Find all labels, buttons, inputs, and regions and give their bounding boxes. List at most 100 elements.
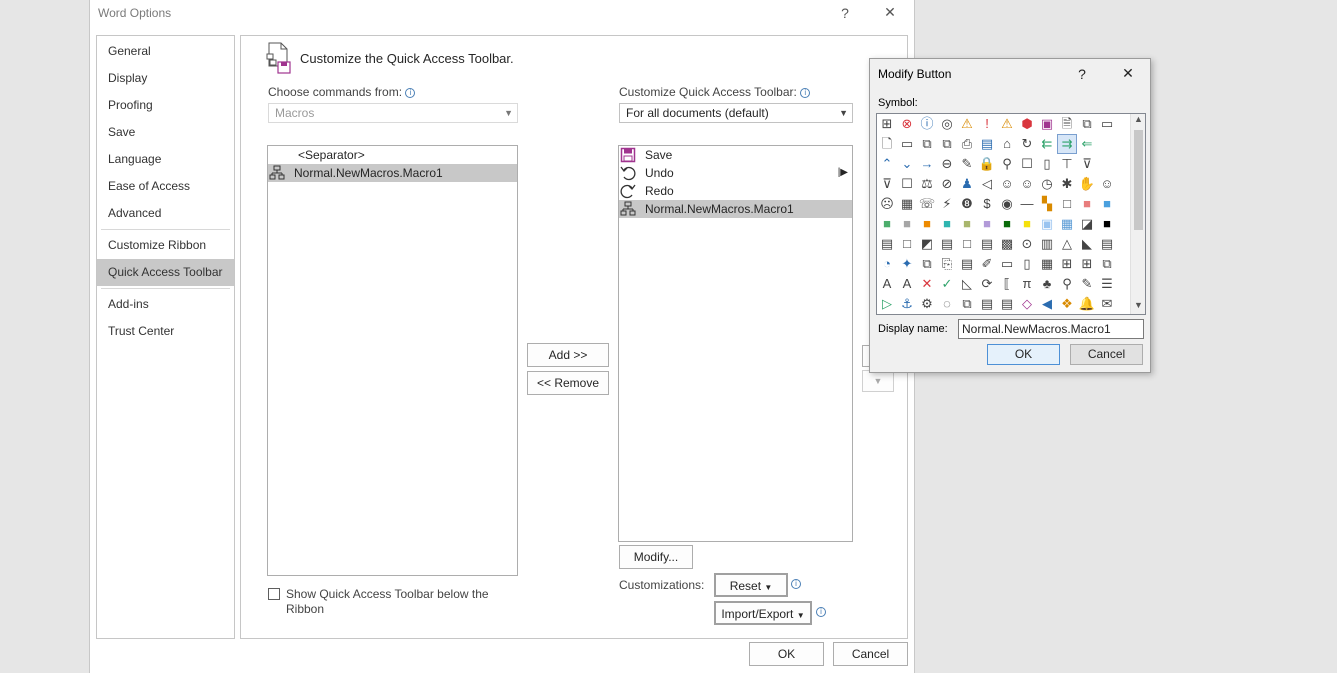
letter-a-icon[interactable]: A [878,275,896,293]
scales-icon[interactable]: ⚖ [918,175,936,193]
shape-icon[interactable]: ⧉ [1098,255,1116,273]
print-icon[interactable]: ⎙ [958,135,976,153]
symbol-scrollbar[interactable]: ▲ ▼ [1130,114,1145,314]
corner-triangle-icon[interactable]: ◣ [1078,235,1096,253]
bracket-icon[interactable]: ⟦ [998,275,1016,293]
page-icon[interactable]: ▯ [1018,255,1036,273]
green-swatch-icon[interactable]: ■ [878,215,896,233]
ruler-icon[interactable]: ◺ [958,275,976,293]
clock-icon[interactable]: ◷ [1038,175,1056,193]
filter-icon[interactable]: ⊽ [1078,155,1096,173]
paste-icon[interactable]: ⎘ [938,255,956,273]
phone-icon[interactable]: ☏ [918,195,936,213]
pattern-icon[interactable]: ▚ [1038,195,1056,213]
nav-item-display[interactable]: Display [97,65,234,92]
display-name-input[interactable]: Normal.NewMacros.Macro1 [958,319,1144,339]
cascade-icon[interactable]: ⧉ [918,135,936,153]
person-icon[interactable]: ☺ [998,175,1016,193]
lock-icon[interactable]: 🔒 [978,155,996,173]
align-icon[interactable]: ▤ [1098,235,1116,253]
move-down-button[interactable]: ▼ [862,370,894,392]
add-button[interactable]: Add >> [527,343,609,367]
import-export-button[interactable]: Import/Export ▼ [714,601,812,625]
help-button[interactable]: ? [835,5,855,21]
reset-button[interactable]: Reset ▼ [714,573,788,597]
customize-qat-dropdown[interactable]: For all documents (default) ▼ [619,103,853,123]
anchor-icon[interactable]: ⚓ [898,295,916,313]
search-icon[interactable]: ⚲ [1058,275,1076,293]
error-icon[interactable]: ⊗ [898,115,916,133]
send-icon[interactable]: ◀ [1038,295,1056,313]
dark-bars-icon[interactable]: ▤ [938,235,956,253]
frown-icon[interactable]: ☹ [878,195,896,213]
bold-square-icon[interactable]: □ [898,235,916,253]
add-table-icon[interactable]: ⊞ [1058,255,1076,273]
show-below-ribbon-checkbox[interactable] [268,588,280,600]
back-arrows-icon[interactable]: ⇇ [1038,135,1056,153]
text-page-icon[interactable]: ▤ [978,295,996,313]
caret-up-icon[interactable]: ⌃ [878,155,896,173]
nav-item-save[interactable]: Save [97,119,234,146]
cross-icon[interactable]: ✕ [918,275,936,293]
funnel-icon[interactable]: ⊽ [878,175,896,193]
key-icon[interactable]: ⚲ [998,155,1016,173]
pie-chart-icon[interactable]: ◔ [878,255,896,273]
modify-button[interactable]: Modify... [619,545,693,569]
hand-icon[interactable]: ✋ [1078,175,1096,193]
smiley-icon[interactable]: ☺ [1098,175,1116,193]
choose-commands-dropdown[interactable]: Macros ▼ [268,103,518,123]
bell-icon[interactable]: 🔔 [1078,295,1096,313]
diagonal-square-icon[interactable]: ◩ [918,235,936,253]
dark-green-swatch-icon[interactable]: ■ [998,215,1016,233]
dialog-close-button[interactable]: ✕ [1118,65,1138,82]
presentation-icon[interactable]: ⊤ [1058,155,1076,173]
ok-button[interactable]: OK [749,642,824,666]
symbol-grid[interactable]: ▲ ▼ ⊞ ⊗ ⓘ ◎ ⚠! ⚠ ⬢ ▣ 🗎 ⧉ ▭ 🗋 ▭ ⧉ ⧉ ⎙ ▤ ⌂ ↻ ⇇ ⇉ ⇐ ⌃ ⌄ → ⊖ ✎ 🔒 ⚲ ☐ ▯ ⊤ ⊽ ⊽ ☐… [876,113,1146,315]
square-icon[interactable]: □ [1058,195,1076,213]
list-item-macro[interactable]: Normal.NewMacros.Macro1 [268,164,517,182]
eraser-icon[interactable]: ◇ [1018,295,1036,313]
forward-arrows-icon[interactable]: ⇉ [1057,134,1077,154]
contact-card-icon[interactable]: ☐ [898,175,916,193]
nav-item-add-ins[interactable]: Add-ins [97,291,234,318]
refresh-icon[interactable]: ↻ [1018,135,1036,153]
grid-page-icon[interactable]: ▦ [1038,255,1056,273]
list-item-save[interactable]: Save [619,146,852,164]
half-black-icon[interactable]: ◪ [1078,215,1096,233]
bullets-icon[interactable]: ☰ [1098,275,1116,293]
eye-icon[interactable]: ◉ [998,195,1016,213]
scroll-up-icon[interactable]: ▲ [1131,114,1145,128]
pi-icon[interactable]: π [1018,275,1036,293]
scroll-down-icon[interactable]: ▼ [1131,300,1145,314]
blank-page-icon[interactable]: 🗋 [878,135,896,153]
calculator-icon[interactable]: ▦ [898,195,916,213]
document-check-icon[interactable]: 🗎 [1058,115,1076,133]
shield-icon[interactable]: ⬢ [1018,115,1036,133]
cancel-button[interactable]: Cancel [833,642,908,666]
save-icon[interactable]: ▣ [1038,115,1056,133]
stripes-icon[interactable]: ▤ [978,235,996,253]
bookmark-icon[interactable]: ▯ [1038,155,1056,173]
caution-icon[interactable]: ⚠ [998,115,1016,133]
left-circle-icon[interactable]: ⊖ [938,155,956,173]
snowflake-icon[interactable]: ✱ [1058,175,1076,193]
circle-arrow-icon[interactable]: ⊙ [1018,235,1036,253]
nav-item-advanced[interactable]: Advanced [97,200,234,227]
nav-item-customize-ribbon[interactable]: Customize Ribbon [97,232,234,259]
lasso-icon[interactable]: ◌ [938,295,956,313]
home-icon[interactable]: ⌂ [998,135,1016,153]
nav-item-proofing[interactable]: Proofing [97,92,234,119]
microphone-icon[interactable]: ♟ [958,175,976,193]
gray-bars-icon[interactable]: ▤ [878,235,896,253]
play-icon[interactable]: ▷ [878,295,896,313]
dialog-cancel-button[interactable]: Cancel [1070,344,1143,365]
copies-icon[interactable]: ⧉ [918,255,936,273]
pin-icon[interactable]: ✎ [958,155,976,173]
olive-swatch-icon[interactable]: ■ [958,215,976,233]
edit-page-icon[interactable]: ✐ [978,255,996,273]
ink-icon[interactable]: ♣ [1038,275,1056,293]
eight-ball-icon[interactable]: ❽ [958,195,976,213]
orange-swatch-icon[interactable]: ■ [918,215,936,233]
red-square-icon[interactable]: ■ [1078,195,1096,213]
piggy-bank-icon[interactable]: ⚡ [938,195,956,213]
